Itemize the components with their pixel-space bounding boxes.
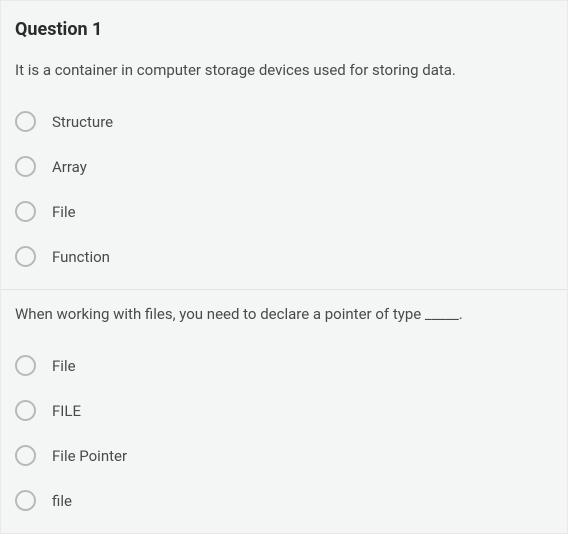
radio-input[interactable] [15, 156, 36, 177]
question-card: Question 1 It is a container in computer… [0, 0, 568, 534]
option-row: File [15, 189, 553, 234]
radio-input[interactable] [15, 445, 36, 466]
option-label: FILE [52, 402, 81, 420]
radio-input[interactable] [15, 490, 36, 511]
option-row: file [15, 478, 553, 523]
radio-input[interactable] [15, 111, 36, 132]
option-label: file [52, 492, 72, 510]
radio-input[interactable] [15, 246, 36, 267]
question-title: Question 1 [1, 1, 567, 60]
radio-input[interactable] [15, 201, 36, 222]
option-label: File [52, 357, 76, 375]
option-row: Array [15, 144, 553, 189]
radio-input[interactable] [15, 355, 36, 376]
option-label: File [52, 203, 76, 221]
option-label: Structure [52, 113, 113, 131]
radio-input[interactable] [15, 400, 36, 421]
option-row: FILE [15, 388, 553, 433]
option-label: File Pointer [52, 447, 127, 465]
option-row: File Pointer [15, 433, 553, 478]
options-group-1: Structure Array File Function [1, 99, 567, 289]
option-row: Structure [15, 99, 553, 144]
question-prompt-1: It is a container in computer storage de… [1, 60, 567, 99]
option-label: Array [52, 158, 87, 176]
option-row: File [15, 343, 553, 388]
option-row: Function [15, 234, 553, 279]
option-label: Function [52, 248, 110, 266]
options-group-2: File FILE File Pointer file [1, 343, 567, 533]
question-prompt-2: When working with files, you need to dec… [1, 289, 567, 343]
